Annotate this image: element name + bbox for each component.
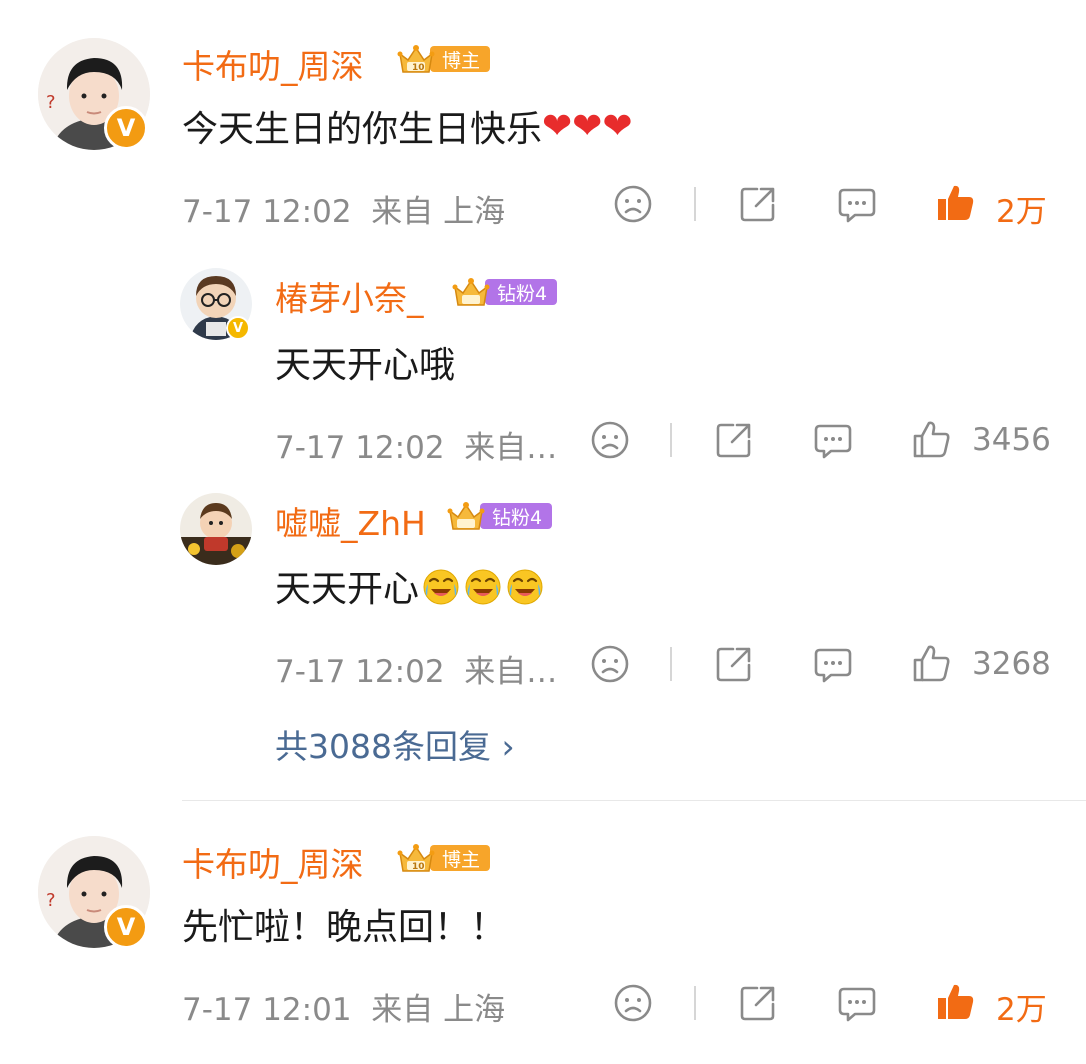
sad-face-icon[interactable]	[589, 643, 631, 685]
comment-text: 先忙啦！晚点回！！	[182, 907, 507, 948]
svg-text:10: 10	[412, 862, 425, 872]
username[interactable]: 卡布叻_周深	[182, 838, 364, 886]
comment-icon[interactable]	[836, 982, 878, 1024]
laughing-emoji	[463, 566, 503, 606]
fan-badge: 钻粉4	[451, 275, 558, 309]
share-icon[interactable]	[737, 982, 779, 1024]
comment-meta: 7-17 12:01 来自 上海	[182, 992, 506, 1028]
comment-icon[interactable]	[812, 643, 854, 685]
reply-meta: 7-17 12:02 来自…	[275, 654, 558, 690]
divider	[694, 986, 696, 1020]
like-count: 2万	[996, 194, 1047, 230]
crown-icon: 10	[396, 42, 436, 73]
badge-label: 钻粉4	[480, 503, 553, 529]
crown-icon: 10	[396, 841, 436, 872]
username[interactable]: 嘘嘘_ZhH	[275, 497, 426, 545]
blogger-badge: 10 博主	[396, 42, 491, 73]
section-divider	[182, 800, 1086, 801]
sad-face-icon[interactable]	[612, 982, 654, 1024]
verified-badge: V	[104, 106, 148, 150]
like-count: 3456	[972, 422, 1051, 458]
crown-icon	[446, 499, 486, 533]
chevron-right-icon: ›	[501, 727, 515, 766]
comment-meta: 7-17 12:02 来自 上海	[182, 194, 506, 230]
blogger-badge: 10 博主	[396, 841, 491, 872]
reply-text: 天天开心哦	[275, 345, 456, 386]
reply-meta: 7-17 12:02 来自…	[275, 430, 558, 466]
divider	[694, 187, 696, 221]
svg-text:?: ?	[46, 92, 56, 113]
like-count: 2万	[996, 992, 1047, 1028]
fan-badge: 钻粉4	[446, 499, 553, 533]
avatar[interactable]	[180, 493, 252, 565]
comment-icon[interactable]	[836, 183, 878, 225]
verified-badge: V	[104, 905, 148, 949]
divider	[670, 423, 672, 457]
badge-label: 钻粉4	[485, 279, 558, 305]
share-icon[interactable]	[737, 183, 779, 225]
username[interactable]: 卡布叻_周深	[182, 40, 364, 88]
thumbs-up-icon[interactable]	[911, 418, 953, 460]
badge-label: 博主	[430, 845, 491, 871]
sad-face-icon[interactable]	[612, 183, 654, 225]
thumbs-up-icon[interactable]	[935, 981, 977, 1023]
share-icon[interactable]	[713, 419, 755, 461]
verified-badge: V	[226, 316, 250, 340]
like-count: 3268	[972, 646, 1051, 682]
comment-icon[interactable]	[812, 419, 854, 461]
heart-emoji: ❤❤❤	[542, 105, 633, 147]
thumbs-up-icon[interactable]	[935, 182, 977, 224]
laughing-emoji	[505, 566, 545, 606]
svg-text:10: 10	[412, 63, 425, 73]
svg-text:?: ?	[46, 890, 56, 911]
comment-text: 今天生日的你生日快乐 ❤❤❤	[182, 105, 633, 151]
thumbs-up-icon[interactable]	[911, 642, 953, 684]
more-replies-link[interactable]: 共3088条回复 ›	[275, 720, 515, 768]
badge-label: 博主	[430, 46, 491, 72]
share-icon[interactable]	[713, 643, 755, 685]
username[interactable]: 椿芽小奈_	[275, 272, 424, 320]
reply-text: 天天开心	[275, 560, 545, 612]
laughing-emoji	[421, 566, 461, 606]
sad-face-icon[interactable]	[589, 419, 631, 461]
divider	[670, 647, 672, 681]
crown-icon	[451, 275, 491, 309]
